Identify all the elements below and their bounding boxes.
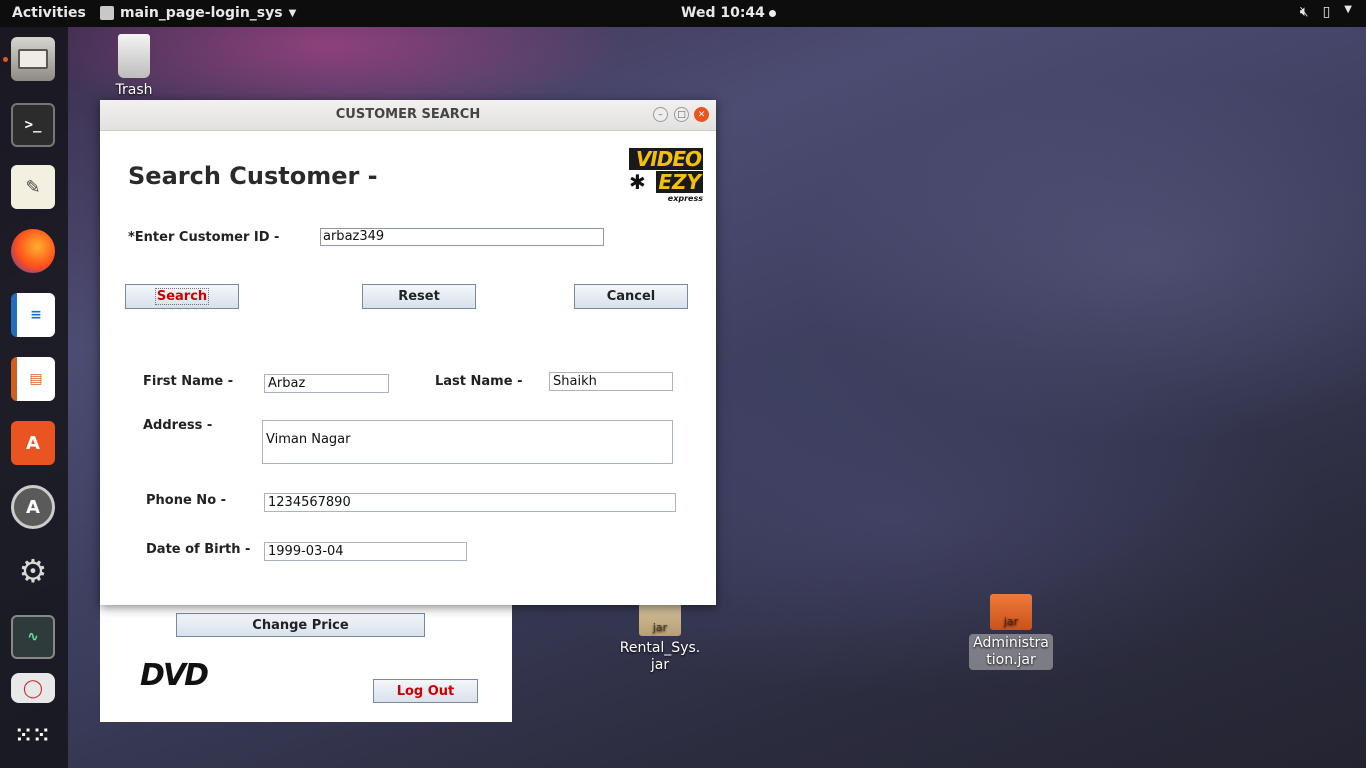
running-indicator xyxy=(3,57,8,62)
change-price-button[interactable]: Change Price xyxy=(176,613,425,637)
impress-icon[interactable]: ▤ xyxy=(11,357,55,401)
firefox-icon[interactable] xyxy=(11,229,55,273)
jar-file-icon: jar xyxy=(990,594,1032,630)
jar-tag: jar xyxy=(1003,615,1019,628)
admin-jar-desktop-icon[interactable]: jar Administra tion.jar xyxy=(969,594,1053,670)
dob-field[interactable]: 1999-03-04 xyxy=(264,542,467,561)
address-field[interactable]: Viman Nagar xyxy=(262,420,673,464)
files-icon[interactable] xyxy=(11,37,55,81)
last-name-field[interactable]: Shaikh xyxy=(549,372,673,391)
logo-line1: VIDEO xyxy=(629,148,703,170)
address-label: Address - xyxy=(143,418,213,433)
first-name-label: First Name - xyxy=(143,374,234,389)
window-title: CUSTOMER SEARCH xyxy=(335,107,481,122)
volume-muted-icon: 🔇︎ xyxy=(1299,4,1309,20)
admin-jar-label: Administra tion.jar xyxy=(969,634,1053,670)
search-button[interactable]: Search xyxy=(125,284,239,309)
trash-icon xyxy=(118,34,150,78)
battery-icon: ▯ xyxy=(1322,4,1331,20)
title-bar[interactable]: CUSTOMER SEARCH – □ ✕ xyxy=(100,100,716,131)
settings-icon[interactable]: ⚙ xyxy=(11,549,55,593)
chevron-down-icon: ▼ xyxy=(1344,4,1352,15)
disk-icon[interactable]: ◯ xyxy=(11,673,55,703)
page-title: Search Customer - xyxy=(128,162,378,190)
notification-dot-icon xyxy=(768,9,776,17)
phone-field[interactable]: 1234567890 xyxy=(264,493,676,512)
trash-label: Trash xyxy=(115,82,153,98)
customer-search-window: CUSTOMER SEARCH – □ ✕ Search Customer - … xyxy=(100,100,716,605)
asterisk-icon: ✱ xyxy=(629,170,646,194)
last-name-label: Last Name - xyxy=(435,374,523,389)
terminal-icon[interactable]: >_ xyxy=(11,103,55,147)
first-name-field[interactable]: Arbaz xyxy=(264,374,389,393)
minimize-icon[interactable]: – xyxy=(653,107,668,122)
writer-icon[interactable]: ≡ xyxy=(11,293,55,337)
clock[interactable]: Wed 10:44 xyxy=(681,5,776,21)
software-center-icon[interactable]: A xyxy=(11,421,55,465)
close-icon[interactable]: ✕ xyxy=(694,107,709,122)
show-apps-icon[interactable]: ⁙⁙ xyxy=(11,713,55,757)
clock-label: Wed 10:44 xyxy=(681,5,765,21)
rental-jar-desktop-icon[interactable]: jar Rental_Sys. jar xyxy=(618,600,702,674)
text-editor-icon[interactable]: ✎ xyxy=(11,165,55,209)
app-menu[interactable]: main_page-login_sys ▼ xyxy=(100,5,296,21)
software-updater-icon[interactable]: A xyxy=(11,485,55,529)
system-tray[interactable]: 🔇︎ ▯ ▼ xyxy=(1300,4,1352,20)
trash-desktop-icon[interactable]: Trash xyxy=(108,34,160,98)
jar-file-icon: jar xyxy=(639,600,681,636)
top-bar: Activities main_page-login_sys ▼ Wed 10:… xyxy=(0,0,1366,27)
jar-tag: jar xyxy=(652,621,668,634)
customer-id-label: *Enter Customer ID - xyxy=(128,230,280,245)
main-window: Change Price DVD Log Out xyxy=(100,600,512,722)
dvd-logo: DVD xyxy=(140,658,209,693)
logo-line2: EZY xyxy=(656,170,703,194)
app-menu-label: main_page-login_sys xyxy=(120,5,283,21)
activities-button[interactable]: Activities xyxy=(12,5,86,21)
logo-line3: express xyxy=(667,194,703,203)
chevron-down-icon: ▼ xyxy=(288,7,297,19)
dob-label: Date of Birth - xyxy=(146,542,251,557)
cancel-button[interactable]: Cancel xyxy=(574,284,688,309)
customer-id-input[interactable]: arbaz349 xyxy=(320,228,604,246)
reset-button[interactable]: Reset xyxy=(362,284,476,309)
videoezy-logo: VIDEO ✱ EZY express xyxy=(629,148,703,203)
rental-jar-label: Rental_Sys. jar xyxy=(619,640,701,673)
search-button-label: Search xyxy=(154,288,210,305)
logout-button[interactable]: Log Out xyxy=(373,679,478,703)
system-monitor-icon[interactable]: ∿ xyxy=(11,615,55,659)
phone-label: Phone No - xyxy=(146,493,227,508)
dock: >_ ✎ ≡ ▤ A A ⚙ ∿ ◯ ⁙⁙ xyxy=(0,27,68,768)
maximize-icon[interactable]: □ xyxy=(674,107,689,122)
java-app-icon xyxy=(100,6,114,20)
